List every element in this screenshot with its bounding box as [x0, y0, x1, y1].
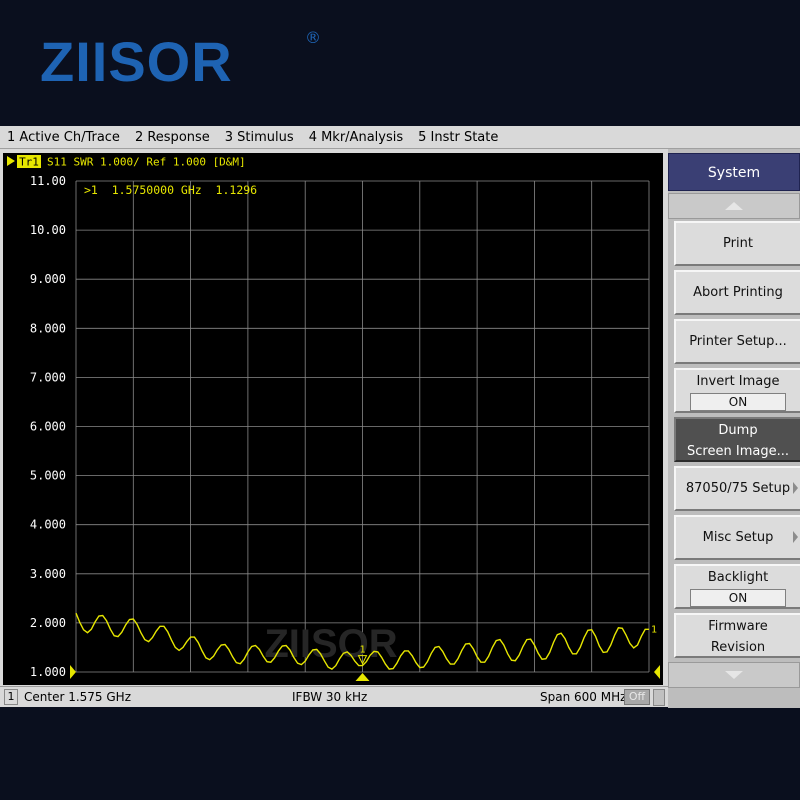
y-tick-label: 10.00 — [30, 223, 66, 237]
submenu-arrow-icon — [793, 482, 798, 494]
brand-banner: ZIISOR ® — [0, 0, 800, 126]
active-trace-indicator-icon — [7, 156, 15, 166]
y-tick-labels: 11.00 10.00 9.000 8.000 7.000 6.000 5.000 4.000… — [30, 174, 66, 679]
watermark: ZIISOR — [264, 622, 397, 666]
off-indicator[interactable]: Off — [624, 689, 650, 705]
y-tick-label: 7.000 — [30, 370, 66, 384]
print-label: Print — [723, 236, 753, 251]
printer-setup-button[interactable]: Printer Setup... — [674, 319, 800, 364]
y-tick-label: 9.000 — [30, 272, 66, 286]
y-tick-label: 4.000 — [30, 518, 66, 532]
stimulus-marker-triangle-icon — [355, 673, 370, 681]
grid — [75, 180, 650, 673]
left-reference-arrow-icon — [70, 665, 76, 679]
marker-readout: >1 1.5750000 GHz 1.1296 — [84, 183, 257, 197]
menu-response[interactable]: 2 Response — [128, 130, 218, 145]
menu-stimulus[interactable]: 3 Stimulus — [218, 130, 302, 145]
menu-active-ch-trace[interactable]: 1 Active Ch/Trace — [0, 130, 128, 145]
marker-number: 1 — [359, 645, 365, 656]
if-bandwidth: IFBW 30 kHz — [292, 690, 368, 704]
misc-setup-label: Misc Setup — [702, 530, 774, 545]
trace-plot: 11.00 10.00 9.000 8.000 7.000 6.000 5.000 4.000… — [3, 153, 663, 685]
y-tick-label: 3.000 — [30, 567, 66, 581]
menu-instr-state[interactable]: 5 Instr State — [411, 130, 506, 145]
setup-87050-75-label: 87050/75 Setup — [685, 481, 791, 496]
invert-image-label: Invert Image — [696, 374, 780, 389]
center-frequency: Center 1.575 GHz — [24, 690, 131, 704]
chart-svg: 11.00 10.00 9.000 8.000 7.000 6.000 5.000 4.000… — [7, 155, 660, 681]
trace-end-label: 1 — [651, 624, 657, 635]
print-button[interactable]: Print — [674, 221, 800, 266]
firmware-label: Firmware — [708, 619, 768, 634]
backlight-toggle[interactable]: Backlight ON — [674, 564, 800, 609]
menu-mkr-analysis[interactable]: 4 Mkr/Analysis — [302, 130, 411, 145]
softkey-menu-title[interactable]: System — [668, 153, 800, 191]
setup-87050-75-button[interactable]: 87050/75 Setup — [674, 466, 800, 511]
screen-image-label: Screen Image... — [687, 444, 789, 459]
registered-mark: ® — [305, 28, 321, 47]
submenu-arrow-icon — [793, 531, 798, 543]
status-indicator-box — [653, 689, 665, 706]
triangle-up-icon — [725, 202, 743, 210]
abort-printing-label: Abort Printing — [693, 285, 783, 300]
y-tick-label: 8.000 — [30, 321, 66, 335]
status-bar: 1 Center 1.575 GHz IFBW 30 kHz Span 600 … — [0, 686, 668, 707]
invert-image-state: ON — [690, 393, 786, 411]
backlight-state: ON — [690, 589, 786, 607]
abort-printing-button[interactable]: Abort Printing — [674, 270, 800, 315]
span-frequency: Span 600 MHz — [540, 690, 627, 704]
y-tick-label: 2.000 — [30, 616, 66, 630]
y-tick-label: 6.000 — [30, 420, 66, 434]
misc-setup-button[interactable]: Misc Setup — [674, 515, 800, 560]
trace-tag: Tr1 — [19, 156, 39, 169]
softkey-scroll-up-button[interactable] — [668, 193, 800, 219]
dump-label: Dump — [718, 423, 758, 438]
right-reference-arrow-icon — [654, 665, 660, 679]
backlight-label: Backlight — [707, 570, 769, 585]
bottom-band — [0, 708, 800, 800]
menu-bar: 1 Active Ch/Trace 2 Response 3 Stimulus … — [0, 126, 800, 149]
y-tick-label: 5.000 — [30, 469, 66, 483]
brand-logo: ZIISOR — [40, 30, 233, 93]
firmware-revision-button[interactable]: Firmware Revision — [674, 613, 800, 658]
dump-screen-image-button[interactable]: Dump Screen Image... — [674, 417, 800, 462]
y-tick-label: 1.000 — [30, 665, 66, 679]
channel-indicator[interactable]: 1 — [4, 689, 18, 705]
trace-header-text: S11 SWR 1.000/ Ref 1.000 [D&M] — [47, 156, 246, 169]
revision-label: Revision — [710, 640, 766, 655]
softkey-panel: System Print Abort Printing Printer Setu… — [668, 149, 800, 708]
triangle-down-icon — [725, 671, 743, 679]
printer-setup-label: Printer Setup... — [689, 334, 787, 349]
softkey-scroll-down-button[interactable] — [668, 662, 800, 688]
y-tick-label: 11.00 — [30, 174, 66, 188]
invert-image-toggle[interactable]: Invert Image ON — [674, 368, 800, 413]
